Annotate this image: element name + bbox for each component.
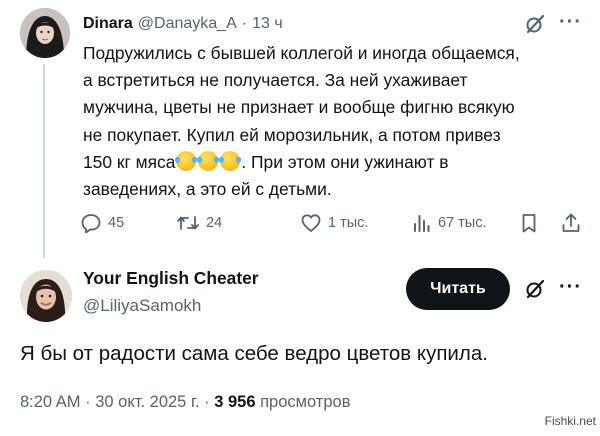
separator-dot: · bbox=[85, 393, 91, 411]
author-handle[interactable]: @LiliyaSamokh bbox=[83, 296, 201, 316]
author-handle[interactable]: @Danayka_A bbox=[138, 15, 237, 33]
face-with-tears-of-joy-emoji bbox=[219, 150, 242, 171]
reply-icon bbox=[80, 212, 102, 234]
avatar[interactable] bbox=[20, 270, 72, 322]
share-icon bbox=[560, 212, 582, 234]
tweet-text-line: мужчина, цветы не признает и вообще фигн… bbox=[83, 97, 515, 118]
bookmark-icon bbox=[518, 212, 540, 234]
more-options-icon[interactable]: ··· bbox=[559, 12, 582, 32]
author-name[interactable]: Your English Cheater bbox=[83, 268, 259, 289]
reply-button[interactable]: 45 bbox=[80, 212, 124, 234]
bookmark-button[interactable] bbox=[518, 212, 540, 234]
tweet-header: Dinara @Danayka_A · 13 ч bbox=[83, 12, 283, 36]
thread-line bbox=[43, 64, 45, 258]
like-button[interactable]: 1 тыс. bbox=[300, 212, 368, 234]
retweet-count: 24 bbox=[206, 215, 223, 231]
tweet-date[interactable]: 30 окт. 2025 г. bbox=[95, 393, 199, 411]
tweet-1[interactable]: Dinara @Danayka_A · 13 ч ··· Подружились… bbox=[0, 0, 600, 258]
tweet-text-line: 150 кг мяса . При этом они ужинают в bbox=[83, 149, 583, 176]
like-count: 1 тыс. bbox=[328, 215, 369, 231]
author-name[interactable]: Dinara bbox=[83, 15, 133, 33]
views-button[interactable]: 67 тыс. bbox=[410, 212, 487, 234]
views-count: 67 тыс. bbox=[438, 215, 487, 231]
tweet-text-line: Подружились с бывшей коллегой и иногда о… bbox=[83, 43, 520, 63]
tweet-text-line: а встретиться не получается. За ней ухаж… bbox=[83, 70, 468, 91]
tweet-time[interactable]: 13 ч bbox=[252, 15, 283, 33]
views-label: просмотров bbox=[260, 393, 351, 411]
tweet-text-line: не покупает. Купил ей морозильник, а пот… bbox=[83, 124, 501, 145]
views-chart-icon bbox=[410, 212, 432, 234]
separator-dot: · bbox=[241, 15, 248, 32]
tweet-text: Я бы от радости сама себе ведро цветов к… bbox=[20, 342, 488, 365]
tweet-text: Подружились с бывшей коллегой и иногда о… bbox=[83, 40, 583, 203]
face-with-tears-of-joy-emoji bbox=[175, 150, 198, 171]
grok-icon[interactable] bbox=[524, 13, 546, 40]
tweet-time[interactable]: 8:20 AM bbox=[20, 393, 81, 411]
tweet-text-fragment: 150 кг мяса bbox=[83, 151, 176, 172]
heart-icon bbox=[300, 212, 322, 234]
follow-button[interactable]: Читать bbox=[406, 268, 510, 310]
tweet-meta: 8:20 AM · 30 окт. 2025 г. · 3 956 просмо… bbox=[20, 393, 350, 412]
separator-dot: · bbox=[204, 393, 210, 411]
face-with-tears-of-joy-emoji bbox=[197, 150, 220, 171]
views-count: 3 956 bbox=[214, 393, 256, 411]
tweet-actions: 45 24 1 тыс. 67 тыс. bbox=[80, 212, 585, 238]
grok-icon[interactable] bbox=[524, 278, 546, 305]
avatar[interactable] bbox=[20, 8, 70, 58]
share-button[interactable] bbox=[560, 212, 582, 234]
tweet-text-fragment: . При этом они ужинают в bbox=[241, 151, 449, 172]
watermark: Fishki.net bbox=[544, 414, 596, 428]
more-options-icon[interactable]: ··· bbox=[559, 277, 582, 297]
retweet-button[interactable]: 24 bbox=[176, 212, 222, 234]
tweet-text-line: заведениях, а это ей с детьми. bbox=[83, 179, 332, 200]
retweet-icon bbox=[176, 212, 200, 234]
reply-count: 45 bbox=[108, 215, 125, 231]
